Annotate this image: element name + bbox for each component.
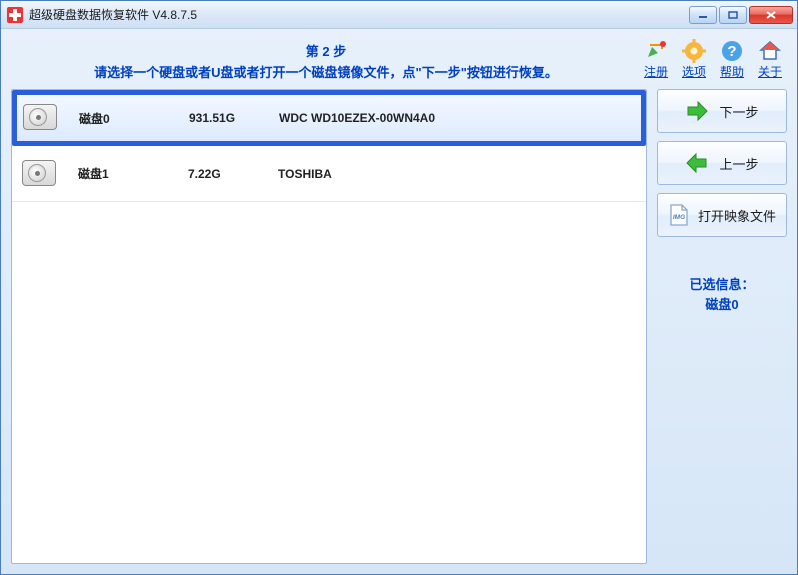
about-label: 关于	[758, 63, 782, 80]
close-button[interactable]	[749, 6, 793, 24]
next-button[interactable]: 下一步	[657, 89, 787, 133]
svg-text:?: ?	[727, 43, 736, 60]
open-image-button[interactable]: IMG 打开映象文件	[657, 193, 787, 237]
minimize-button[interactable]	[689, 6, 717, 24]
arrow-left-icon	[685, 151, 709, 175]
prev-button[interactable]: 上一步	[657, 141, 787, 185]
help-icon: ?	[720, 39, 744, 63]
open-image-label: 打开映象文件	[698, 206, 776, 225]
selected-info: 已选信息： 磁盘0	[657, 275, 787, 314]
disk-name: 磁盘1	[78, 165, 188, 182]
maximize-icon	[727, 10, 739, 20]
gear-icon	[682, 39, 706, 63]
next-label: 下一步	[719, 102, 758, 121]
hdd-icon	[22, 160, 58, 188]
step-label: 第 2 步	[11, 41, 641, 60]
disk-model: TOSHIBA	[268, 167, 636, 181]
toolbar: 注册 选项 ? 帮助	[641, 35, 787, 80]
about-button[interactable]: 关于	[755, 39, 785, 80]
disk-size: 931.51G	[189, 111, 269, 125]
instructions: 第 2 步 请选择一个硬盘或者U盘或者打开一个磁盘镜像文件，点"下一步"按钮进行…	[11, 35, 641, 81]
selected-info-label: 已选信息：	[657, 275, 787, 295]
step-description: 请选择一个硬盘或者U盘或者打开一个磁盘镜像文件，点"下一步"按钮进行恢复。	[11, 62, 641, 81]
svg-text:IMG: IMG	[673, 214, 685, 221]
hdd-icon	[23, 104, 59, 132]
selected-info-value: 磁盘0	[657, 295, 787, 315]
help-label: 帮助	[720, 63, 744, 80]
disk-name: 磁盘0	[79, 110, 189, 127]
prev-label: 上一步	[719, 154, 758, 173]
close-icon	[765, 10, 777, 20]
arrow-right-icon	[685, 99, 709, 123]
options-label: 选项	[682, 63, 706, 80]
img-file-icon: IMG	[668, 203, 690, 227]
disk-size: 7.22G	[188, 167, 268, 181]
disk-model: WDC WD10EZEX-00WN4A0	[269, 111, 635, 125]
register-label: 注册	[644, 63, 668, 80]
app-window: 超级硬盘数据恢复软件 V4.8.7.5 第 2 步 请选择一个硬盘或者U盘或者打…	[0, 0, 798, 575]
top-bar: 第 2 步 请选择一个硬盘或者U盘或者打开一个磁盘镜像文件，点"下一步"按钮进行…	[11, 35, 787, 81]
window-buttons	[689, 6, 793, 24]
help-button[interactable]: ? 帮助	[717, 39, 747, 80]
disk-list: 磁盘0 931.51G WDC WD10EZEX-00WN4A0 磁盘1 7.2…	[11, 89, 647, 564]
minimize-icon	[697, 10, 709, 20]
register-button[interactable]: 注册	[641, 39, 671, 80]
side-panel: 下一步 上一步 IMG 打开映象文件 已选信息： 磁盘0	[657, 89, 787, 564]
app-icon	[7, 7, 23, 23]
body-area: 磁盘0 931.51G WDC WD10EZEX-00WN4A0 磁盘1 7.2…	[11, 89, 787, 564]
window-title: 超级硬盘数据恢复软件 V4.8.7.5	[29, 6, 689, 23]
disk-row[interactable]: 磁盘0 931.51G WDC WD10EZEX-00WN4A0	[12, 90, 646, 146]
maximize-button[interactable]	[719, 6, 747, 24]
client-area: 第 2 步 请选择一个硬盘或者U盘或者打开一个磁盘镜像文件，点"下一步"按钮进行…	[1, 29, 797, 574]
register-icon	[644, 39, 668, 63]
options-button[interactable]: 选项	[679, 39, 709, 80]
disk-row[interactable]: 磁盘1 7.22G TOSHIBA	[12, 146, 646, 202]
titlebar: 超级硬盘数据恢复软件 V4.8.7.5	[1, 1, 797, 29]
home-icon	[758, 39, 782, 63]
